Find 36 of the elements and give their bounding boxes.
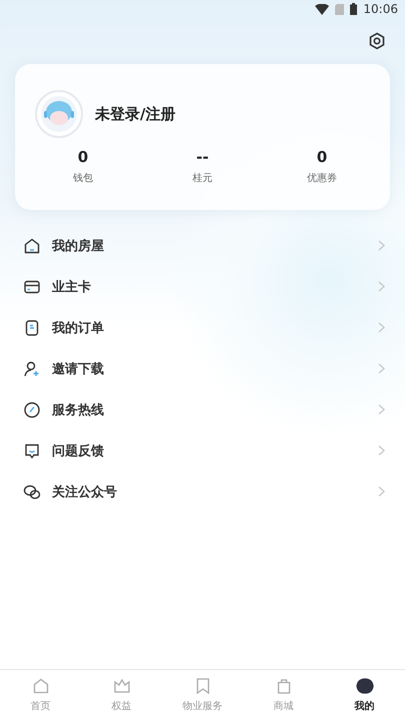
crown-icon [112, 677, 130, 695]
stat-value: 0 [316, 148, 328, 166]
chevron-icon [378, 363, 385, 374]
tab[interactable]: 我的 [324, 670, 405, 720]
menu-item[interactable]: 关注公众号 [0, 471, 405, 512]
chevron-icon [378, 281, 385, 292]
stat-label: 钱包 [73, 172, 93, 185]
document-icon [23, 318, 41, 336]
settings-icon[interactable] [368, 32, 386, 50]
message-icon [23, 442, 41, 460]
battery-icon [350, 3, 358, 15]
stat-value: 0 [78, 148, 88, 166]
menu-item[interactable]: 问题反馈 [0, 430, 405, 471]
stat-value: -- [196, 148, 209, 166]
status-time: 10:06 [363, 2, 398, 16]
chat-icon [23, 482, 41, 500]
chevron-icon [378, 322, 385, 333]
house-icon [23, 236, 41, 254]
stat-label: 桂元 [192, 172, 212, 185]
wifi-icon [315, 4, 330, 14]
login-link[interactable]: 未登录/注册 [95, 104, 176, 124]
blob-icon [356, 677, 374, 695]
menu-item[interactable]: 邀请下载 [0, 348, 405, 389]
chevron-icon [378, 404, 385, 415]
chevron-icon [378, 486, 385, 497]
menu-item[interactable]: 我的订单 [0, 307, 405, 348]
menu-item[interactable]: 我的房屋 [0, 225, 405, 266]
menu-item[interactable]: 业主卡 [0, 266, 405, 307]
person-add-icon [23, 360, 41, 378]
chevron-icon [378, 445, 385, 456]
menu-item[interactable]: 服务热线 [0, 389, 405, 430]
no-sim-icon [335, 4, 344, 14]
clock-icon [23, 400, 41, 418]
stat-label: 优惠券 [307, 172, 337, 185]
chevron-icon [378, 240, 385, 251]
house-icon [32, 677, 50, 695]
